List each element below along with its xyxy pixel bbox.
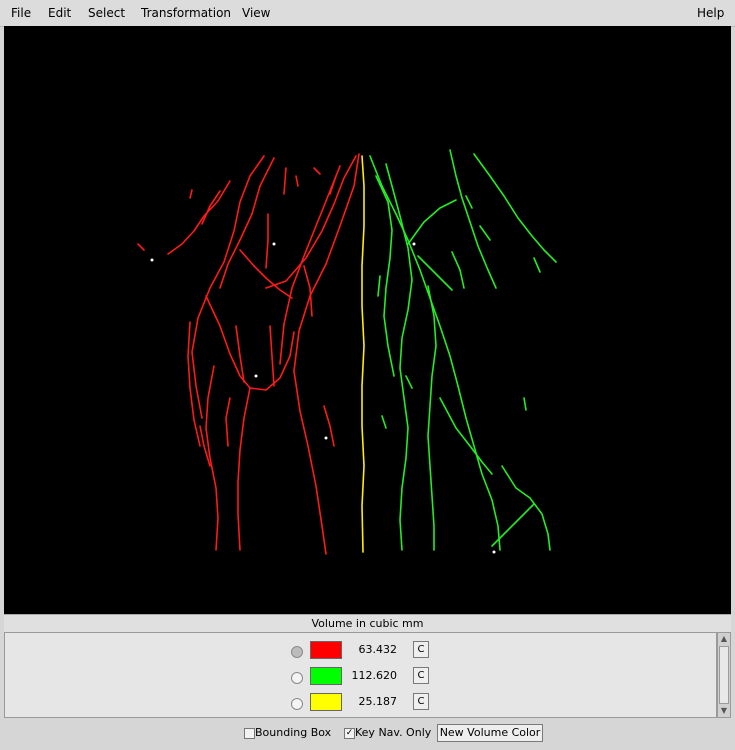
new-volume-color-button[interactable]: New Volume Color: [437, 724, 543, 742]
color-change-button[interactable]: C: [413, 641, 429, 658]
volume-radio[interactable]: [291, 646, 303, 658]
volume-value: 63.432: [358, 643, 398, 656]
volume-color-swatch: [310, 667, 342, 685]
volume-panel-title: Volume in cubic mm: [4, 614, 731, 634]
color-change-button[interactable]: C: [413, 693, 429, 710]
volume-color-swatch: [310, 641, 342, 659]
key-nav-checkbox[interactable]: ✓: [344, 728, 355, 739]
bounding-box-checkbox[interactable]: [244, 728, 255, 739]
volume-value: 25.187: [358, 695, 398, 708]
3d-viewport[interactable]: [4, 26, 731, 614]
menu-edit[interactable]: Edit: [48, 6, 71, 20]
volume-color-swatch: [310, 693, 342, 711]
menu-bar: File Edit Select Transformation View Hel…: [0, 0, 735, 27]
volume-radio[interactable]: [291, 672, 303, 684]
volume-row: 25.187 C: [5, 693, 716, 717]
green-volume-vessels: [369, 149, 557, 551]
marker-dots: [150, 242, 496, 554]
menu-select[interactable]: Select: [88, 6, 125, 20]
vessel-rendering: [137, 149, 557, 555]
volume-value: 112.620: [351, 669, 398, 682]
volume-list: 63.432 C 112.620 C 25.187 C: [4, 632, 717, 718]
menu-file[interactable]: File: [11, 6, 31, 20]
scroll-thumb[interactable]: [719, 646, 729, 704]
bounding-box-label: Bounding Box: [255, 726, 332, 739]
volume-list-scrollbar[interactable]: ▲ ▼: [717, 632, 731, 718]
bottom-controls: Bounding Box ✓ Key Nav. Only New Volume …: [0, 720, 735, 750]
menu-help[interactable]: Help: [697, 6, 724, 20]
color-change-button[interactable]: C: [413, 667, 429, 684]
volume-radio[interactable]: [291, 698, 303, 710]
yellow-volume-vessel: [361, 155, 365, 553]
red-volume-vessels: [137, 153, 360, 555]
volume-row: 63.432 C: [5, 641, 716, 665]
scroll-down-arrow-icon[interactable]: ▼: [718, 705, 730, 717]
menu-transformation[interactable]: Transformation: [141, 6, 231, 20]
key-nav-label: Key Nav. Only: [355, 726, 432, 739]
scroll-up-arrow-icon[interactable]: ▲: [718, 633, 730, 645]
volume-row: 112.620 C: [5, 667, 716, 691]
menu-view[interactable]: View: [242, 6, 270, 20]
